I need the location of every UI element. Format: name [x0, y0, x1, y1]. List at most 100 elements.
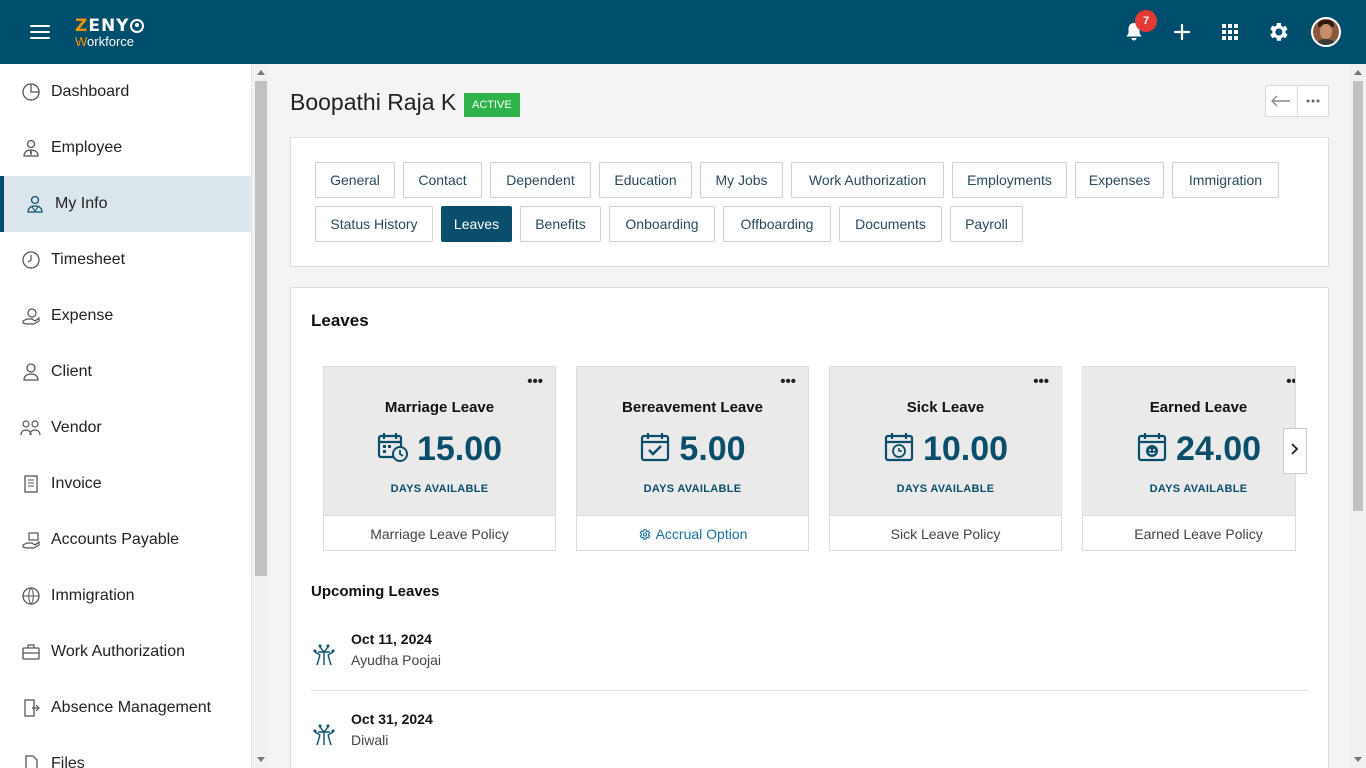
tab-documents[interactable]: Documents — [839, 206, 942, 242]
tab-benefits[interactable]: Benefits — [520, 206, 601, 242]
sidebar-item-immigration[interactable]: Immigration — [0, 568, 251, 624]
list-item: Oct 31, 2024 Diwali — [311, 711, 1308, 768]
calendar-clock-icon — [377, 431, 409, 468]
sidebar-item-dashboard[interactable]: Dashboard — [0, 64, 251, 120]
sidebar-item-my-info[interactable]: My Info — [0, 176, 251, 232]
card-more-icon[interactable]: ••• — [1286, 374, 1295, 389]
leave-policy-link[interactable]: Marriage Leave Policy — [324, 515, 555, 550]
leave-card-sick: ••• Sick Leave 10.00 DAYS AVAILABLE Sick… — [829, 366, 1062, 551]
tab-payroll[interactable]: Payroll — [950, 206, 1023, 242]
sidebar-item-timesheet[interactable]: Timesheet — [0, 232, 251, 288]
sidebar-item-vendor[interactable]: Vendor — [0, 400, 251, 456]
accrual-option-link[interactable]: Accrual Option — [577, 515, 808, 550]
dashboard-icon — [20, 81, 42, 103]
upcoming-leaves-title: Upcoming Leaves — [311, 583, 440, 600]
card-more-icon[interactable]: ••• — [527, 374, 543, 389]
calendar-smile-icon — [1136, 431, 1168, 468]
card-more-icon[interactable]: ••• — [1033, 374, 1049, 389]
sidebar-scrollbar[interactable] — [253, 64, 269, 768]
accounts-payable-icon — [20, 529, 42, 551]
leave-date: Oct 11, 2024 — [351, 631, 432, 647]
expense-icon — [20, 305, 42, 327]
files-icon — [20, 753, 42, 768]
tab-status-history[interactable]: Status History — [315, 206, 433, 242]
sidebar-item-work-authorization[interactable]: Work Authorization — [0, 624, 251, 680]
hamburger-menu-icon[interactable] — [30, 25, 50, 41]
list-item: Oct 11, 2024 Ayudha Poojai — [311, 631, 1308, 691]
days-available-value: 24.00 — [1175, 430, 1262, 468]
back-arrow-icon[interactable] — [1266, 86, 1297, 116]
tab-work-authorization[interactable]: Work Authorization — [791, 162, 944, 198]
add-icon[interactable] — [1170, 20, 1194, 44]
leave-policy-link[interactable]: Earned Leave Policy — [1083, 515, 1295, 550]
leave-date: Oct 31, 2024 — [351, 711, 433, 727]
notification-count-badge: 7 — [1135, 10, 1157, 32]
my-info-icon — [24, 193, 46, 215]
status-badge: ACTIVE — [464, 93, 520, 117]
tab-dependent[interactable]: Dependent — [490, 162, 591, 198]
days-available-value: 15.00 — [416, 430, 503, 468]
leave-name: Ayudha Poojai — [351, 652, 442, 668]
employee-icon — [20, 137, 42, 159]
sidebar-item-accounts-payable[interactable]: Accounts Payable — [0, 512, 251, 568]
days-available-value: 10.00 — [922, 430, 1009, 468]
sidebar-item-expense[interactable]: Expense — [0, 288, 251, 344]
top-bar: Z ENY Workforce 7 — [0, 0, 1366, 64]
tab-education[interactable]: Education — [599, 162, 692, 198]
days-available-value: 5.00 — [679, 430, 746, 468]
tab-my-jobs[interactable]: My Jobs — [700, 162, 783, 198]
tab-leaves[interactable]: Leaves — [441, 206, 512, 242]
client-icon — [20, 361, 42, 383]
leave-type-title: Earned Leave — [1149, 399, 1248, 416]
sidebar-item-invoice[interactable]: Invoice — [0, 456, 251, 512]
sidebar: Dashboard Employee My Info Timesheet Exp… — [0, 64, 252, 768]
settings-gear-icon[interactable] — [1266, 20, 1290, 44]
gear-icon — [638, 528, 651, 541]
leave-name: Diwali — [351, 732, 389, 748]
leaves-title: Leaves — [311, 311, 369, 330]
sidebar-item-client[interactable]: Client — [0, 344, 251, 400]
tab-employments[interactable]: Employments — [952, 162, 1067, 198]
leave-type-title: Marriage Leave — [384, 399, 495, 416]
sidebar-item-files[interactable]: Files — [0, 736, 251, 768]
days-available-caption: DAYS AVAILABLE — [643, 483, 742, 495]
leave-policy-link[interactable]: Sick Leave Policy — [830, 515, 1061, 550]
vendor-icon — [20, 417, 42, 439]
more-options-icon[interactable] — [1296, 86, 1328, 116]
tab-onboarding[interactable]: Onboarding — [609, 206, 715, 242]
leave-card-earned: ••• Earned Leave 24.00 DAYS AVAILABLE Ea… — [1082, 366, 1296, 551]
absence-management-icon — [20, 697, 42, 719]
header-actions — [1265, 85, 1329, 117]
user-avatar[interactable] — [1311, 17, 1341, 47]
leave-card-bereavement: ••• Bereavement Leave 5.00 DAYS AVAILABL… — [576, 366, 809, 551]
page-title: Boopathi Raja K — [290, 89, 457, 115]
tab-contact[interactable]: Contact — [403, 162, 482, 198]
leave-type-title: Bereavement Leave — [622, 399, 763, 416]
carousel-next-button[interactable] — [1283, 428, 1307, 474]
invoice-icon — [20, 473, 42, 495]
divider — [311, 690, 1308, 691]
days-available-caption: DAYS AVAILABLE — [896, 483, 995, 495]
timesheet-icon — [20, 249, 42, 271]
accrual-option-label: Accrual Option — [655, 526, 748, 542]
chevron-right-icon — [1291, 442, 1299, 460]
leave-card-marriage: ••• Marriage Leave 15.00 DAYS AVAILABLE … — [323, 366, 556, 551]
app-logo[interactable]: Z ENY Workforce — [75, 17, 145, 48]
days-available-caption: DAYS AVAILABLE — [390, 483, 489, 495]
apps-grid-icon[interactable] — [1218, 20, 1242, 44]
tab-offboarding[interactable]: Offboarding — [723, 206, 831, 242]
fireworks-icon — [311, 720, 337, 746]
calendar-timer-icon — [883, 431, 915, 468]
tab-expenses[interactable]: Expenses — [1075, 162, 1164, 198]
days-available-caption: DAYS AVAILABLE — [1149, 483, 1248, 495]
leave-type-title: Sick Leave — [906, 399, 985, 416]
tab-immigration[interactable]: Immigration — [1172, 162, 1279, 198]
main-scrollbar[interactable] — [1350, 64, 1366, 768]
work-authorization-icon — [20, 641, 42, 663]
sidebar-item-employee[interactable]: Employee — [0, 120, 251, 176]
sidebar-item-absence-management[interactable]: Absence Management — [0, 680, 251, 736]
calendar-check-icon — [639, 431, 671, 468]
fireworks-icon — [311, 640, 337, 666]
tab-general[interactable]: General — [315, 162, 395, 198]
card-more-icon[interactable]: ••• — [780, 374, 796, 389]
